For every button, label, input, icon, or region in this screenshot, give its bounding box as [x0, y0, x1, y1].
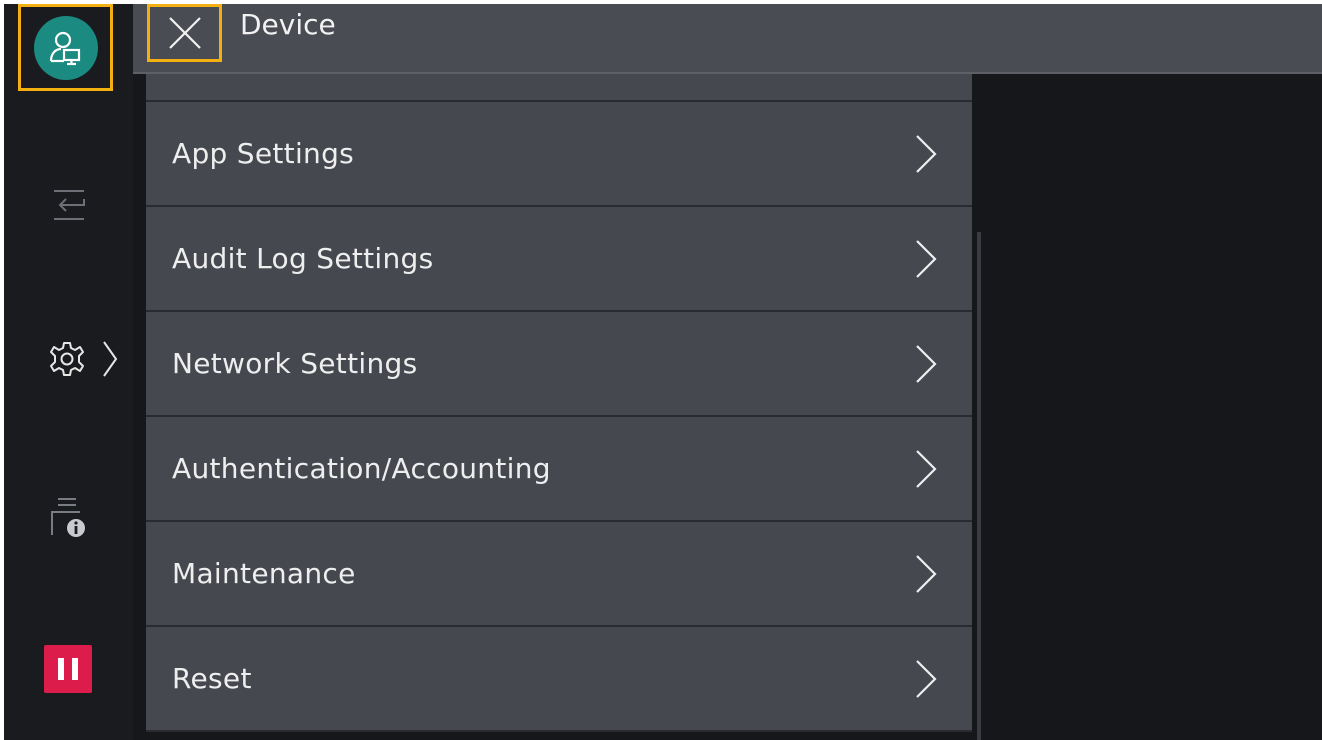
chevron-right-icon: [916, 344, 937, 383]
job-transfer-button[interactable]: [38, 180, 98, 230]
user-avatar: [33, 15, 98, 80]
chevron-right-icon: [916, 659, 937, 698]
settings-menu-list: App Settings Audit Log Settings Network …: [146, 74, 972, 740]
job-transfer-icon: [54, 190, 85, 220]
menu-item-network-settings[interactable]: Network Settings: [146, 312, 972, 417]
gear-icon: [50, 342, 84, 376]
menu-item-label: Authentication/Accounting: [172, 452, 551, 485]
left-rail: [4, 4, 133, 740]
device-info-button[interactable]: [38, 488, 98, 548]
menu-item-label: Network Settings: [172, 347, 418, 380]
chevron-right-icon: [103, 341, 118, 377]
close-icon: [168, 17, 201, 49]
menu-item-label: Reset: [172, 662, 252, 695]
device-info-icon: [51, 498, 85, 537]
stop-button[interactable]: [44, 645, 92, 693]
menu-item-app-settings[interactable]: App Settings: [146, 102, 972, 207]
scrollbar[interactable]: [977, 232, 981, 740]
device-screen: Device App Settings Audit Log Settings N…: [4, 4, 1322, 740]
page-title: Device: [240, 8, 336, 41]
menu-item-maintenance[interactable]: Maintenance: [146, 522, 972, 627]
menu-item-reset[interactable]: Reset: [146, 627, 972, 732]
settings-button[interactable]: [38, 334, 128, 384]
chevron-right-icon: [916, 239, 937, 278]
menu-item-audit-log-settings[interactable]: Audit Log Settings: [146, 207, 972, 312]
chevron-right-icon: [916, 449, 937, 488]
header-bar: Device: [133, 4, 1322, 74]
chevron-right-icon: [916, 554, 937, 593]
list-item-partial[interactable]: [146, 74, 972, 102]
menu-item-authentication-accounting[interactable]: Authentication/Accounting: [146, 417, 972, 522]
menu-item-label: Audit Log Settings: [172, 242, 434, 275]
chevron-right-icon: [916, 134, 937, 173]
stop-icon: [58, 658, 78, 680]
user-button[interactable]: [18, 4, 113, 91]
user-icon: [49, 31, 80, 65]
close-button[interactable]: [147, 4, 222, 62]
menu-item-label: App Settings: [172, 137, 355, 170]
menu-item-label: Maintenance: [172, 557, 356, 590]
